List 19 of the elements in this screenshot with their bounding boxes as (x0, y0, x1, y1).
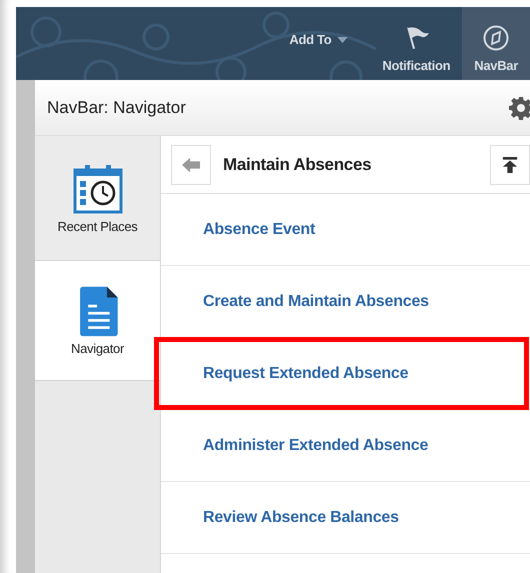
caret-icon (337, 36, 348, 42)
panel-title: NavBar: Navigator (47, 98, 186, 118)
calendar-clock-icon (72, 162, 124, 214)
compass-icon (482, 24, 510, 52)
navigation-link[interactable]: Administer Extended Absence (203, 436, 428, 454)
settings-icon[interactable] (509, 96, 530, 120)
navbar-button[interactable]: NavBar (462, 7, 530, 80)
add-to-menu[interactable]: Add To (289, 7, 370, 72)
notification-button[interactable]: Notification (370, 7, 462, 80)
navigation-link[interactable]: Absence Event (203, 220, 316, 238)
back-button[interactable] (171, 144, 211, 184)
navigation-link[interactable]: Create and Maintain Absences (203, 292, 429, 310)
navigation-link[interactable]: Review Absence Balances (203, 508, 399, 526)
arrow-up-to-line-icon (501, 156, 519, 172)
navigation-link[interactable]: Request Extended Absence (203, 364, 408, 382)
scroll-top-button[interactable] (490, 144, 530, 184)
content-title: Maintain Absences (223, 154, 372, 174)
arrow-left-icon (182, 156, 200, 172)
navigator-tab[interactable]: Navigator (35, 261, 160, 381)
